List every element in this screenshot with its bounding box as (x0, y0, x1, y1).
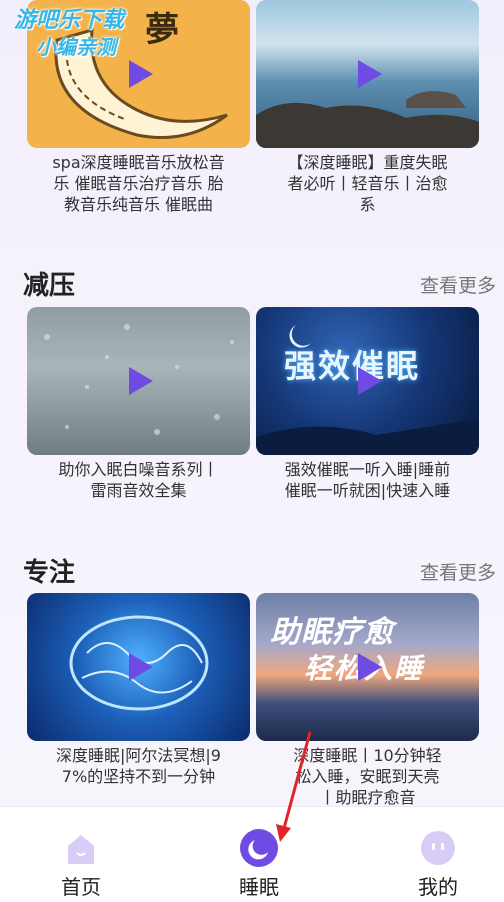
nav-label: 首页 (61, 875, 101, 899)
thumb-text: 助眠疗愈 (270, 615, 394, 650)
watermark: 游吧乐下载 小编亲测 (14, 8, 124, 60)
nav-item-home[interactable]: 首页 (21, 807, 141, 902)
nav-label: 我的 (418, 875, 458, 899)
nav-label: 睡眠 (239, 875, 279, 899)
home-icon (68, 835, 94, 864)
moon-icon (240, 829, 278, 867)
video-title: 深度睡眠丨10分钟轻松入睡，安眠到天亮丨助眠疗愈音 (293, 746, 442, 807)
video-thumbnail[interactable]: 强效催眠 (256, 307, 479, 455)
bottom-nav: 首页 睡眠 我的 (0, 806, 504, 902)
video-card[interactable]: 助你入眠白噪音系列丨雷雨音效全集 (27, 307, 250, 501)
view-more-link[interactable]: 查看更多 (420, 558, 496, 585)
profile-face-icon (421, 831, 455, 865)
play-icon (128, 653, 153, 681)
video-card[interactable]: 助眠疗愈 轻松入睡 深度睡眠丨10分钟轻松入睡，安眠到天亮丨助眠疗愈音 (256, 593, 479, 808)
video-thumbnail[interactable] (256, 0, 479, 148)
video-title: 助你入眠白噪音系列丨雷雨音效全集 (58, 460, 219, 500)
section-title-stress-relief: 减压 (23, 271, 76, 301)
watermark-line-2: 小编亲测 (36, 35, 116, 59)
video-title: 【深度睡眠】重度失眠者必听丨轻音乐丨治愈系 (287, 153, 448, 214)
view-more-link[interactable]: 查看更多 (420, 271, 496, 298)
video-thumbnail[interactable]: 助眠疗愈 轻松入睡 (256, 593, 479, 741)
video-title: 深度睡眠|阿尔法冥想|97%的坚持不到一分钟 (56, 746, 221, 786)
video-title: 强效催眠一听入睡|睡前催眠一听就困|快速入睡 (284, 460, 451, 500)
watermark-line-1: 游吧乐下载 (14, 8, 125, 33)
video-thumbnail[interactable] (27, 593, 250, 741)
play-icon (357, 653, 382, 681)
video-thumbnail[interactable] (27, 307, 250, 455)
video-card[interactable]: 【深度睡眠】重度失眠者必听丨轻音乐丨治愈系 (256, 0, 479, 215)
play-icon (128, 367, 153, 395)
thumb-text: 夢 (145, 10, 179, 50)
play-icon (357, 367, 382, 395)
video-card[interactable]: 深度睡眠|阿尔法冥想|97%的坚持不到一分钟 (27, 593, 250, 787)
thumb-text: 强效催眠 (284, 347, 421, 385)
section-title-focus: 专注 (23, 558, 76, 588)
nav-item-sleep[interactable]: 睡眠 (199, 807, 319, 902)
play-icon (357, 60, 382, 88)
video-card[interactable]: 强效催眠 强效催眠一听入睡|睡前催眠一听就困|快速入睡 (256, 307, 479, 501)
nav-item-mine[interactable]: 我的 (378, 807, 498, 902)
play-icon (128, 60, 153, 88)
video-title: spa深度睡眠音乐放松音乐 催眠音乐治疗音乐 胎教音乐纯音乐 催眠曲 (52, 153, 225, 214)
